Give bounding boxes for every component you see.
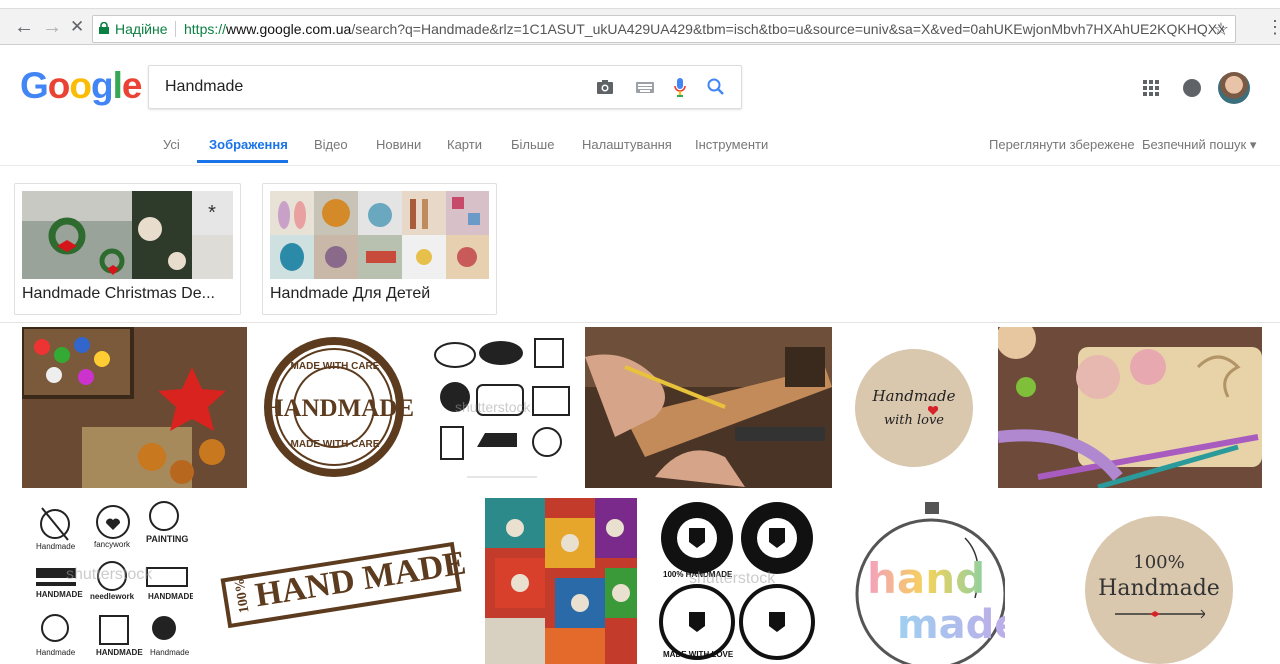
- rubber-stamp: 100% HAND MADE: [220, 541, 468, 629]
- image-result[interactable]: [585, 327, 832, 488]
- microphone-icon[interactable]: [673, 77, 687, 99]
- stamp-side-text: 100%: [232, 577, 253, 615]
- tab-images[interactable]: Зображення: [209, 137, 288, 152]
- stamp-main-text: HANDMADE: [264, 395, 414, 422]
- logo-letter: g: [91, 65, 114, 106]
- tab-strip: [0, 0, 1280, 9]
- safe-search-toggle[interactable]: Безпечний пошук ▾: [1142, 137, 1256, 153]
- image-result[interactable]: MADE WITH CARE HANDMADE MADE WITH CARE: [257, 327, 417, 488]
- search-input[interactable]: [165, 76, 565, 98]
- related-search-thumbnail: *: [22, 191, 233, 279]
- svg-text:*: *: [208, 202, 216, 224]
- search-tabs: Усі Зображення Відео Новини Карти Більше…: [0, 132, 1280, 164]
- image-result-thumbnail: [585, 327, 832, 488]
- saved-images-link[interactable]: Переглянути збережене: [989, 137, 1135, 152]
- url-path: /search?q=Handmade&rlz=1C1ASUT_ukUA429UA…: [351, 21, 1224, 37]
- google-logo[interactable]: Google: [20, 65, 143, 107]
- related-search-thumbnail: [270, 191, 489, 279]
- icon-caption: Handmade: [36, 542, 76, 551]
- active-tab-indicator: [197, 160, 288, 163]
- image-result[interactable]: [22, 327, 247, 488]
- address-bar[interactable]: Надійне https://www.google.com.ua/search…: [92, 15, 1236, 43]
- image-result-thumbnail: [485, 498, 637, 664]
- image-result[interactable]: hand made: [845, 498, 1005, 664]
- image-result[interactable]: [485, 498, 637, 664]
- hoop-line1: hand: [867, 554, 986, 603]
- tab-maps[interactable]: Карти: [447, 137, 482, 152]
- icon-caption: HANDMADE: [96, 648, 143, 657]
- url-scheme: https://: [184, 21, 227, 37]
- stamp-main-text: HAND MADE: [252, 544, 469, 615]
- search-box: [148, 65, 742, 109]
- secure-label: Надійне: [115, 21, 168, 37]
- icon-caption: needlework: [90, 592, 135, 601]
- badge-bottom-text: MADE WITH LOVE: [663, 650, 734, 659]
- arrow-decoration-icon: [1115, 609, 1205, 619]
- icon-caption: HANDMADE: [148, 592, 193, 601]
- image-result[interactable]: 100% HAND MADE: [203, 498, 475, 664]
- tab-tools[interactable]: Інструменти: [695, 137, 768, 152]
- apps-grid-icon[interactable]: [1143, 80, 1159, 96]
- back-icon[interactable]: ←: [14, 17, 34, 37]
- avatar[interactable]: [1218, 72, 1250, 104]
- browser-menu-icon[interactable]: ⋮: [1266, 17, 1280, 38]
- stamp-bottom-text: MADE WITH CARE: [290, 439, 380, 450]
- icon-caption: HANDMADE: [36, 590, 83, 599]
- notifications-icon[interactable]: [1183, 79, 1201, 97]
- related-search-card[interactable]: Handmade Для Детей: [262, 183, 497, 315]
- address-separator: [175, 21, 176, 37]
- related-search-label: Handmade Для Детей: [270, 285, 431, 302]
- logo-letter: e: [121, 65, 143, 106]
- watermark-text: shutterstock: [689, 570, 776, 587]
- love-line2: with love: [883, 413, 945, 428]
- lock-icon: [99, 22, 109, 34]
- watermark-text: shutterstock: [66, 566, 153, 583]
- image-result-thumbnail: [22, 327, 247, 488]
- browser-toolbar: ← → ✕ Надійне https://www.google.com.ua/…: [0, 0, 1280, 45]
- tab-more[interactable]: Більше: [511, 137, 554, 152]
- camera-icon[interactable]: [595, 77, 615, 97]
- google-header: Google Усі Зображення Відео Новини Карти…: [0, 45, 1280, 166]
- related-search-label: Handmade Christmas De...: [22, 285, 215, 302]
- image-result[interactable]: Handmade with love: [842, 327, 988, 488]
- love-circle: [855, 349, 973, 467]
- stamp-top-text: MADE WITH CARE: [290, 361, 380, 372]
- icon-caption: Handmade: [36, 648, 76, 657]
- keyboard-icon[interactable]: [636, 80, 654, 94]
- tab-settings[interactable]: Налаштування: [582, 137, 672, 152]
- watermark-text: shutterstock: [455, 399, 531, 415]
- url-text[interactable]: https://www.google.com.ua/search?q=Handm…: [184, 16, 1224, 42]
- heart-icon: [928, 406, 938, 415]
- related-search-card[interactable]: * Handmade Christmas De...: [14, 183, 241, 315]
- round-line1: 100%: [1133, 552, 1185, 573]
- love-line1: Handmade: [872, 387, 956, 405]
- logo-letter: o: [69, 65, 92, 106]
- image-result[interactable]: 100% Handmade: [1075, 498, 1243, 664]
- forward-icon[interactable]: →: [42, 17, 62, 37]
- bookmark-star-icon[interactable]: ☆: [1213, 16, 1229, 42]
- url-host: www.google.com.ua: [226, 21, 352, 37]
- tab-all[interactable]: Усі: [163, 137, 180, 152]
- close-icon[interactable]: ✕: [70, 17, 84, 37]
- search-icon[interactable]: [706, 77, 726, 97]
- logo-letter: G: [20, 65, 49, 106]
- image-result-thumbnail: [998, 327, 1262, 488]
- round-line2: Handmade: [1098, 576, 1220, 601]
- image-result[interactable]: 100% HANDMADE MADE WITH LOVE shutterstoc…: [655, 498, 820, 664]
- icon-caption: Handmade: [150, 648, 190, 657]
- icon-caption: fancywork: [94, 540, 131, 549]
- image-result[interactable]: [998, 327, 1262, 488]
- image-result[interactable]: Handmade fancywork PAINTING HANDMADE nee…: [22, 498, 193, 664]
- tab-video[interactable]: Відео: [314, 137, 348, 152]
- results-divider: [0, 322, 1280, 323]
- icon-caption: PAINTING: [146, 534, 189, 544]
- logo-letter: l: [112, 65, 123, 106]
- tab-news[interactable]: Новини: [376, 137, 421, 152]
- logo-letter: o: [47, 65, 71, 106]
- image-result[interactable]: shutterstock: [427, 327, 574, 488]
- hoop-line2: made: [897, 602, 1005, 648]
